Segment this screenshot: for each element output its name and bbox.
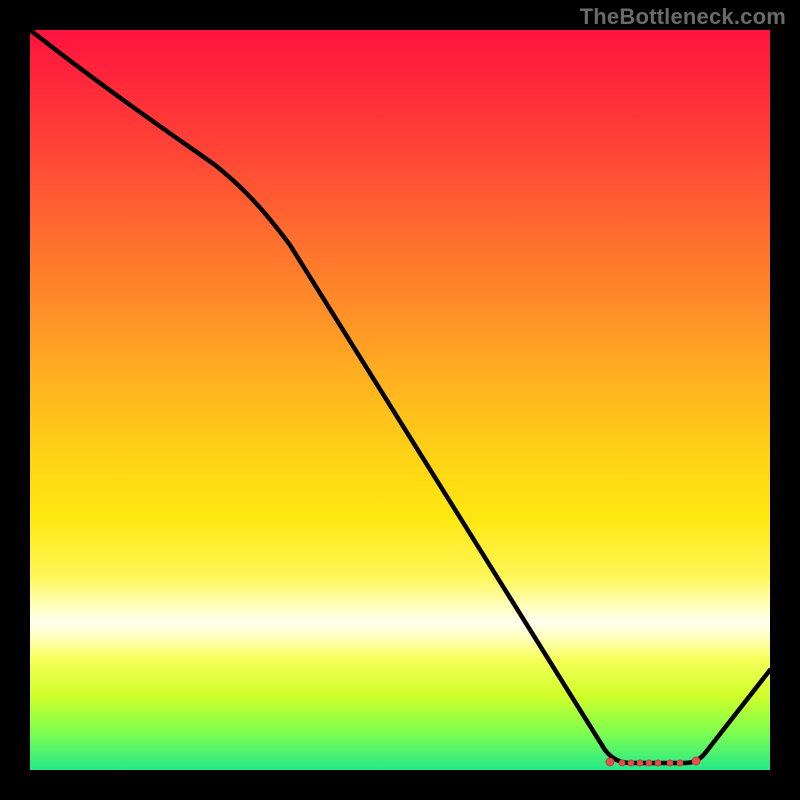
marker-dot bbox=[628, 760, 634, 766]
marker-dot bbox=[606, 758, 614, 766]
marker-dot bbox=[655, 760, 661, 766]
watermark-label: TheBottleneck.com bbox=[580, 4, 786, 30]
marker-dot bbox=[646, 760, 652, 766]
marker-dot bbox=[619, 760, 625, 766]
bottleneck-curve-line bbox=[30, 30, 770, 763]
marker-dot bbox=[667, 760, 673, 766]
chart-root: TheBottleneck.com bbox=[0, 0, 800, 800]
marker-dot bbox=[692, 757, 700, 765]
plot-area bbox=[30, 30, 770, 770]
chart-overlay bbox=[30, 30, 770, 770]
marker-dot bbox=[637, 760, 643, 766]
marker-dot bbox=[677, 760, 683, 766]
